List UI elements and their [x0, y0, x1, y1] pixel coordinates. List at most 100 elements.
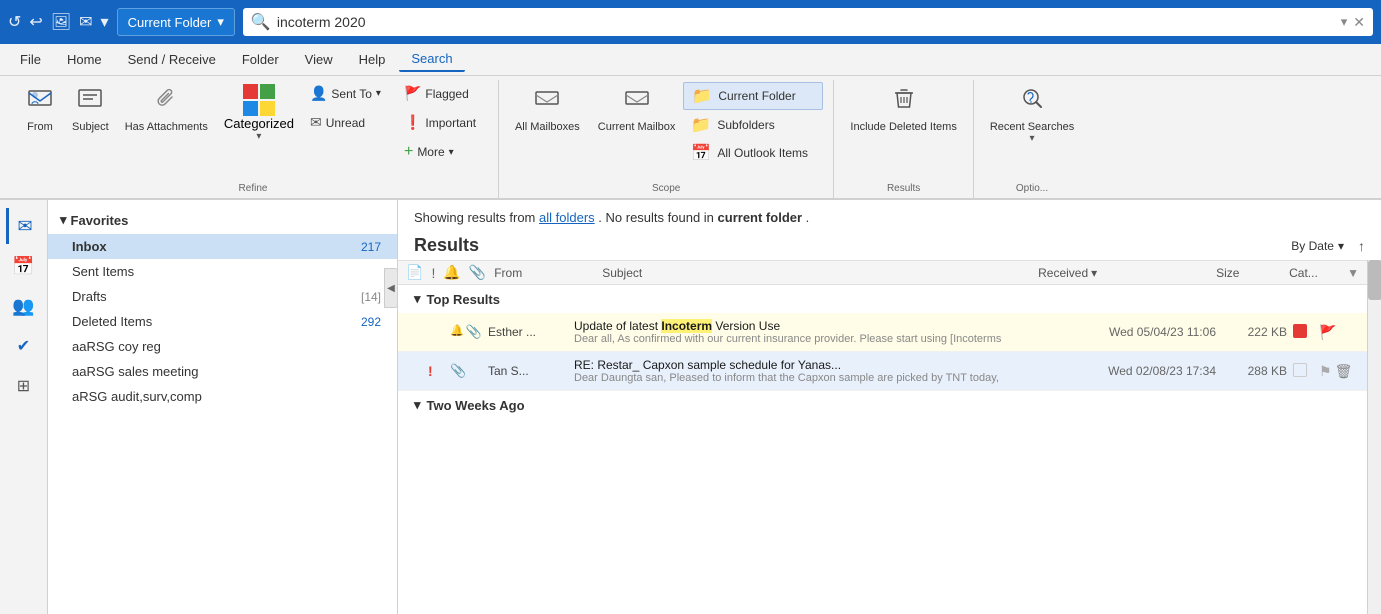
- ribbon-include-deleted-label: Include Deleted Items: [850, 121, 956, 133]
- ribbon-btn-important[interactable]: ❗ Important: [398, 109, 488, 136]
- all-mailboxes-icon: [533, 84, 561, 119]
- header-size[interactable]: Size: [1216, 266, 1281, 280]
- folder-sent-label: Sent Items: [72, 264, 381, 279]
- image-icon[interactable]: 🖼: [51, 12, 71, 32]
- email2-flag-icon[interactable]: ⚑: [1319, 363, 1332, 380]
- ribbon-btn-recent-searches[interactable]: Recent Searches ▾: [984, 80, 1080, 160]
- icon-sidebar: ✉ 📅 👥 ✔ ⊞: [0, 200, 48, 614]
- sent-to-icon: 👤: [310, 85, 327, 102]
- favorites-header[interactable]: ▾ Favorites: [48, 208, 397, 234]
- panel-collapse-btn[interactable]: ◀: [384, 268, 398, 308]
- ribbon-btn-flagged[interactable]: 🚩 Flagged: [398, 80, 488, 107]
- ribbon-btn-categorized[interactable]: Categorized ▾: [218, 80, 300, 158]
- ribbon-btn-from[interactable]: From: [18, 80, 62, 149]
- subject-icon: [76, 84, 104, 119]
- flag-red-icon: 🚩: [404, 85, 421, 102]
- menu-search[interactable]: Search: [399, 47, 464, 72]
- email-row-2[interactable]: ! 📎 Tan S... RE: Restar_ Capxon sample s…: [398, 352, 1367, 391]
- folder-item-aarsg-sales[interactable]: aaRSG sales meeting: [48, 359, 397, 384]
- ribbon-all-mailboxes-label: All Mailboxes: [515, 121, 580, 133]
- search-close-icon[interactable]: ✕: [1353, 14, 1365, 31]
- ribbon-btn-subject[interactable]: Subject: [66, 80, 115, 149]
- folder-panel: ▾ Favorites Inbox 217 Sent Items Drafts …: [48, 200, 398, 614]
- header-clip-icon[interactable]: 📎: [469, 264, 486, 281]
- email-row-1[interactable]: 🔔 📎 Esther ... Update of latest Incoterm…: [398, 313, 1367, 352]
- folder-item-sent[interactable]: Sent Items: [48, 259, 397, 284]
- undo-icon[interactable]: ↩: [29, 12, 42, 32]
- sidebar-btn-calendar[interactable]: 📅: [6, 248, 42, 284]
- folder-item-deleted[interactable]: Deleted Items 292: [48, 309, 397, 334]
- ribbon-btn-all-outlook[interactable]: 📅 All Outlook Items: [683, 140, 823, 166]
- categorized-dropdown-icon: ▾: [256, 131, 261, 142]
- folder-item-inbox[interactable]: Inbox 217: [48, 234, 397, 259]
- menu-help[interactable]: Help: [347, 48, 398, 71]
- sort-by-date-btn[interactable]: By Date ▾: [1285, 236, 1350, 256]
- menu-folder[interactable]: Folder: [230, 48, 291, 71]
- folder-item-aarsg-coy[interactable]: aaRSG coy reg: [48, 334, 397, 359]
- ribbon-flagged-label: Flagged: [425, 87, 468, 101]
- email2-subject: RE: Restar_ Capxon sample schedule for Y…: [574, 358, 1055, 384]
- ribbon-btn-current-folder[interactable]: 📁 Current Folder: [683, 82, 823, 110]
- results-title-row: Results By Date ▾ ↑: [398, 231, 1381, 260]
- attachment-icon: [152, 84, 180, 119]
- refresh-icon[interactable]: ↺: [8, 12, 21, 32]
- menu-view[interactable]: View: [293, 48, 345, 71]
- scrollbar-track[interactable]: [1367, 260, 1381, 614]
- email1-date: Wed 05/04/23 11:06: [1061, 325, 1216, 339]
- sort-direction-icon[interactable]: ↑: [1358, 238, 1365, 254]
- ribbon-flag-col: 🚩 Flagged ❗ Important + More ▾: [398, 80, 488, 180]
- sidebar-btn-mail[interactable]: ✉: [6, 208, 42, 244]
- sidebar-btn-people[interactable]: 👥: [6, 288, 42, 324]
- sort-dropdown-icon: ▾: [1338, 239, 1344, 253]
- favorites-label: Favorites: [71, 213, 129, 228]
- mail-icon[interactable]: ✉: [79, 12, 92, 32]
- ribbon-btn-sent-to[interactable]: 👤 Sent To ▾: [304, 80, 394, 107]
- search-dropdown-icon[interactable]: ▾: [1341, 14, 1348, 30]
- folder-item-arsg-audit[interactable]: aRSG audit,surv,comp: [48, 384, 397, 409]
- email1-cat: [1293, 324, 1313, 341]
- ribbon-btn-all-mailboxes[interactable]: All Mailboxes: [509, 80, 586, 149]
- email2-date: Wed 02/08/23 17:34: [1061, 364, 1216, 378]
- ribbon-btn-current-mailbox[interactable]: Current Mailbox: [592, 80, 682, 149]
- dropdown-arrow-icon[interactable]: ▾: [101, 12, 109, 32]
- received-sort-icon: ▾: [1091, 266, 1097, 280]
- ribbon-btn-subfolders[interactable]: 📁 Subfolders: [683, 112, 823, 138]
- sidebar-btn-apps[interactable]: ⊞: [6, 368, 42, 404]
- menu-send-receive[interactable]: Send / Receive: [116, 48, 228, 71]
- search-input[interactable]: [277, 14, 1335, 30]
- ribbon-btn-unread[interactable]: ✉ Unread: [304, 109, 394, 136]
- header-doc-icon[interactable]: 📄: [406, 264, 423, 281]
- section-top-results[interactable]: ▾ Top Results: [398, 285, 1367, 313]
- header-from[interactable]: From: [494, 266, 594, 280]
- scrollbar-thumb[interactable]: [1368, 260, 1381, 300]
- all-folders-link[interactable]: all folders: [539, 210, 595, 225]
- sort-label: By Date: [1291, 239, 1334, 253]
- two-weeks-label: Two Weeks Ago: [427, 398, 525, 413]
- email1-from: Esther ...: [488, 325, 568, 339]
- ribbon-btn-more[interactable]: + More ▾: [398, 138, 488, 166]
- ribbon-btn-attachments[interactable]: Has Attachments: [119, 80, 214, 149]
- plus-icon: +: [404, 143, 413, 161]
- header-bell-icon[interactable]: 🔔: [443, 264, 460, 281]
- header-subject[interactable]: Subject: [602, 266, 1030, 280]
- sidebar-btn-checkmark[interactable]: ✔: [6, 328, 42, 364]
- header-cat[interactable]: Cat...: [1289, 266, 1339, 280]
- section-two-weeks-ago[interactable]: ▾ Two Weeks Ago: [398, 391, 1367, 419]
- ribbon-from-label: From: [27, 121, 53, 133]
- list-header: 📄 ! 🔔 📎 From Subject Received ▾ Size Cat…: [398, 260, 1367, 285]
- folder-dropdown[interactable]: Current Folder ▾: [117, 8, 235, 36]
- header-received[interactable]: Received ▾: [1038, 266, 1208, 280]
- email2-delete-icon[interactable]: 🗑: [1335, 363, 1353, 380]
- email1-flag-icon[interactable]: 🚩: [1319, 324, 1336, 341]
- ribbon: From Subject Has Attachments: [0, 76, 1381, 200]
- showing-text: Showing results from: [414, 210, 535, 225]
- header-excl-icon[interactable]: !: [431, 265, 435, 281]
- menu-home[interactable]: Home: [55, 48, 114, 71]
- header-filter-icon[interactable]: ▼: [1347, 266, 1359, 280]
- sent-to-dropdown-icon: ▾: [376, 88, 381, 99]
- email1-actions: 🚩: [1319, 324, 1359, 341]
- menu-file[interactable]: File: [8, 48, 53, 71]
- ribbon-btn-include-deleted[interactable]: Include Deleted Items: [844, 80, 962, 149]
- email1-highlight: Incoterm: [661, 319, 712, 333]
- folder-item-drafts[interactable]: Drafts [14]: [48, 284, 397, 309]
